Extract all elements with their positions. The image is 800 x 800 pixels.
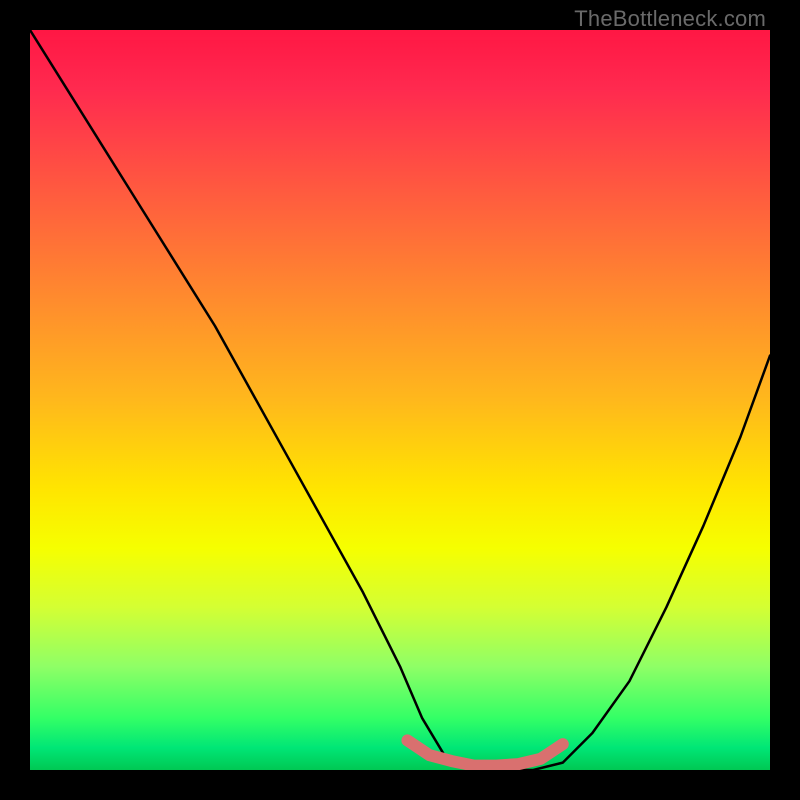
chart-frame: TheBottleneck.com bbox=[0, 0, 800, 800]
bottleneck-curve bbox=[30, 30, 770, 770]
chart-svg bbox=[30, 30, 770, 770]
minimum-band-highlight bbox=[407, 740, 562, 765]
watermark-text: TheBottleneck.com bbox=[574, 6, 766, 32]
plot-area bbox=[30, 30, 770, 770]
